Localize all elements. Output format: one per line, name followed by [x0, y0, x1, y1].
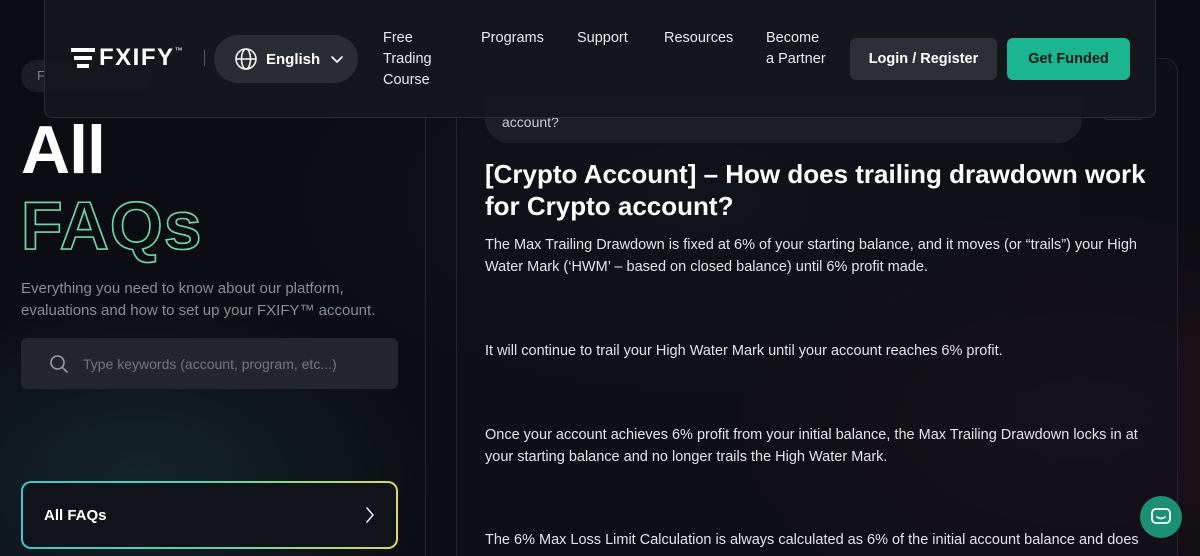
page-title-line1: All [21, 112, 106, 188]
page-title-line2: FAQs [20, 187, 203, 265]
nav-label-line: a Partner [766, 51, 826, 67]
get-funded-button[interactable]: Get Funded [1007, 38, 1130, 80]
nav-programs[interactable]: Programs [481, 28, 544, 49]
nav-label-line: Become [766, 30, 820, 46]
article-paragraph: The Max Trailing Drawdown is fixed at 6%… [485, 237, 1137, 275]
category-all-faqs[interactable]: All FAQs [21, 481, 398, 549]
chevron-down-icon [331, 56, 343, 63]
login-register-button[interactable]: Login / Register [850, 38, 997, 80]
category-label: All FAQs [44, 506, 107, 524]
nav-become-partner[interactable]: Become a Partner [766, 28, 826, 70]
search-placeholder: Type keywords (account, program, etc...) [83, 355, 337, 372]
category-all-faqs-inner: All FAQs [23, 483, 396, 547]
nav-label-line: Trading [383, 51, 432, 67]
nav-resources[interactable]: Resources [664, 28, 733, 49]
nav-label-line: Course [383, 72, 430, 88]
article-paragraph: The 6% Max Loss Limit Calculation is alw… [485, 532, 1139, 548]
logo-trademark: ™ [174, 46, 183, 55]
logo-text: FXIFY [99, 44, 175, 71]
chat-widget-button[interactable] [1140, 496, 1182, 538]
fxify-logo[interactable]: FXIFY ™ [71, 44, 183, 72]
search-input[interactable]: Type keywords (account, program, etc...) [21, 338, 398, 389]
search-icon [50, 354, 68, 373]
language-selector[interactable]: English [214, 35, 358, 83]
nav-label-line: Free [383, 30, 413, 46]
page-subtitle: Everything you need to know about our pl… [21, 280, 376, 319]
chat-icon [1151, 508, 1171, 524]
article-paragraph: Once your account achieves 6% profit fro… [485, 427, 1138, 465]
logo-mark-icon [71, 48, 95, 68]
article-title: [Crypto Account] – How does trailing dra… [485, 159, 1146, 221]
nav-support[interactable]: Support [577, 28, 628, 49]
globe-icon [235, 48, 257, 70]
language-label: English [266, 50, 321, 68]
header-divider [204, 50, 205, 66]
chevron-right-icon [366, 507, 374, 523]
article-paragraph: It will continue to trail your High Wate… [485, 343, 1003, 359]
nav-free-trading-course[interactable]: Free Trading Course [383, 28, 432, 91]
